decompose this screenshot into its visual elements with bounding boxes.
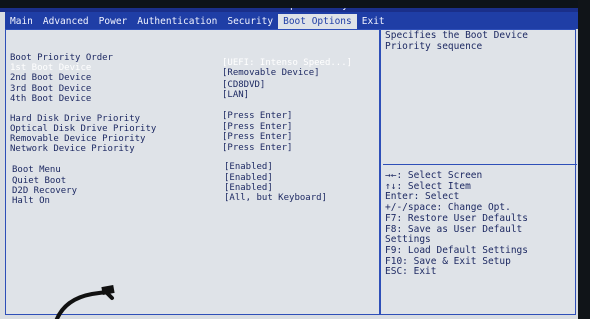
tab-exit[interactable]: Exit (357, 14, 390, 29)
option-halt-on[interactable]: Halt On (12, 196, 50, 206)
value-hdd-priority[interactable]: [Press Enter] (222, 111, 292, 121)
key-help-line: F7: Restore User Defaults (385, 212, 528, 224)
monitor-bezel-top (0, 0, 590, 8)
tab-power[interactable]: Power (94, 14, 133, 29)
value-d2d-recovery[interactable]: [Enabled] (224, 183, 273, 193)
option-1st-boot-device[interactable]: 1st Boot Device (10, 63, 91, 73)
option-boot-menu[interactable]: Boot Menu (12, 165, 61, 175)
option-hdd-priority[interactable]: Hard Disk Drive Priority (10, 114, 140, 124)
tab-authentication[interactable]: Authentication (132, 14, 222, 29)
value-optical-priority[interactable]: [Press Enter] (222, 122, 292, 132)
option-network-priority[interactable]: Network Device Priority (10, 144, 135, 154)
value-3rd-boot-device[interactable]: [CD8DVD] (222, 80, 265, 90)
options-list: Boot Priority Order 1st Boot Device [UEF… (6, 30, 378, 314)
help-text: Specifies the Boot Device Priority seque… (385, 30, 528, 52)
value-boot-menu[interactable]: [Enabled] (224, 162, 273, 172)
value-network-priority[interactable]: [Press Enter] (222, 143, 292, 153)
tab-security[interactable]: Security (222, 14, 278, 29)
value-1st-boot-device[interactable]: [UEFI: Intenso Speed...] (222, 58, 352, 68)
option-4th-boot-device[interactable]: 4th Boot Device (10, 94, 91, 104)
value-4th-boot-device[interactable]: [LAN] (222, 90, 249, 100)
settings-panel: Boot Priority Order 1st Boot Device [UEF… (5, 29, 577, 315)
option-optical-priority[interactable]: Optical Disk Drive Priority (10, 124, 156, 134)
menu-bar: Main Advanced Power Authentication Secur… (5, 12, 580, 29)
monitor-bezel-right (578, 0, 590, 319)
boot-priority-heading: Boot Priority Order (10, 53, 113, 63)
option-d2d-recovery[interactable]: D2D Recovery (12, 186, 77, 196)
tab-boot-options[interactable]: Boot Options (278, 14, 357, 29)
tab-main[interactable]: Main (5, 14, 38, 29)
help-separator (383, 164, 577, 165)
tab-advanced[interactable]: Advanced (38, 14, 94, 29)
option-quiet-boot[interactable]: Quiet Boot (12, 176, 66, 186)
value-halt-on[interactable]: [All, but Keyboard] (224, 193, 327, 203)
option-3rd-boot-device[interactable]: 3rd Boot Device (10, 84, 91, 94)
help-panel: Specifies the Boot Device Priority seque… (383, 30, 577, 314)
key-help-line: ESC: Exit (385, 266, 437, 278)
value-2nd-boot-device[interactable]: [Removable Device] (222, 68, 320, 78)
key-legend: →←: Select Screen ↑↓: Select Item Enter:… (385, 170, 573, 278)
value-quiet-boot[interactable]: [Enabled] (224, 173, 273, 183)
value-removable-priority[interactable]: [Press Enter] (222, 132, 292, 142)
option-2nd-boot-device[interactable]: 2nd Boot Device (10, 73, 91, 83)
option-removable-priority[interactable]: Removable Device Priority (10, 134, 145, 144)
panel-divider (379, 30, 381, 314)
bios-screen: BIOS Setup Utility Main Advanced Power A… (0, 0, 590, 319)
